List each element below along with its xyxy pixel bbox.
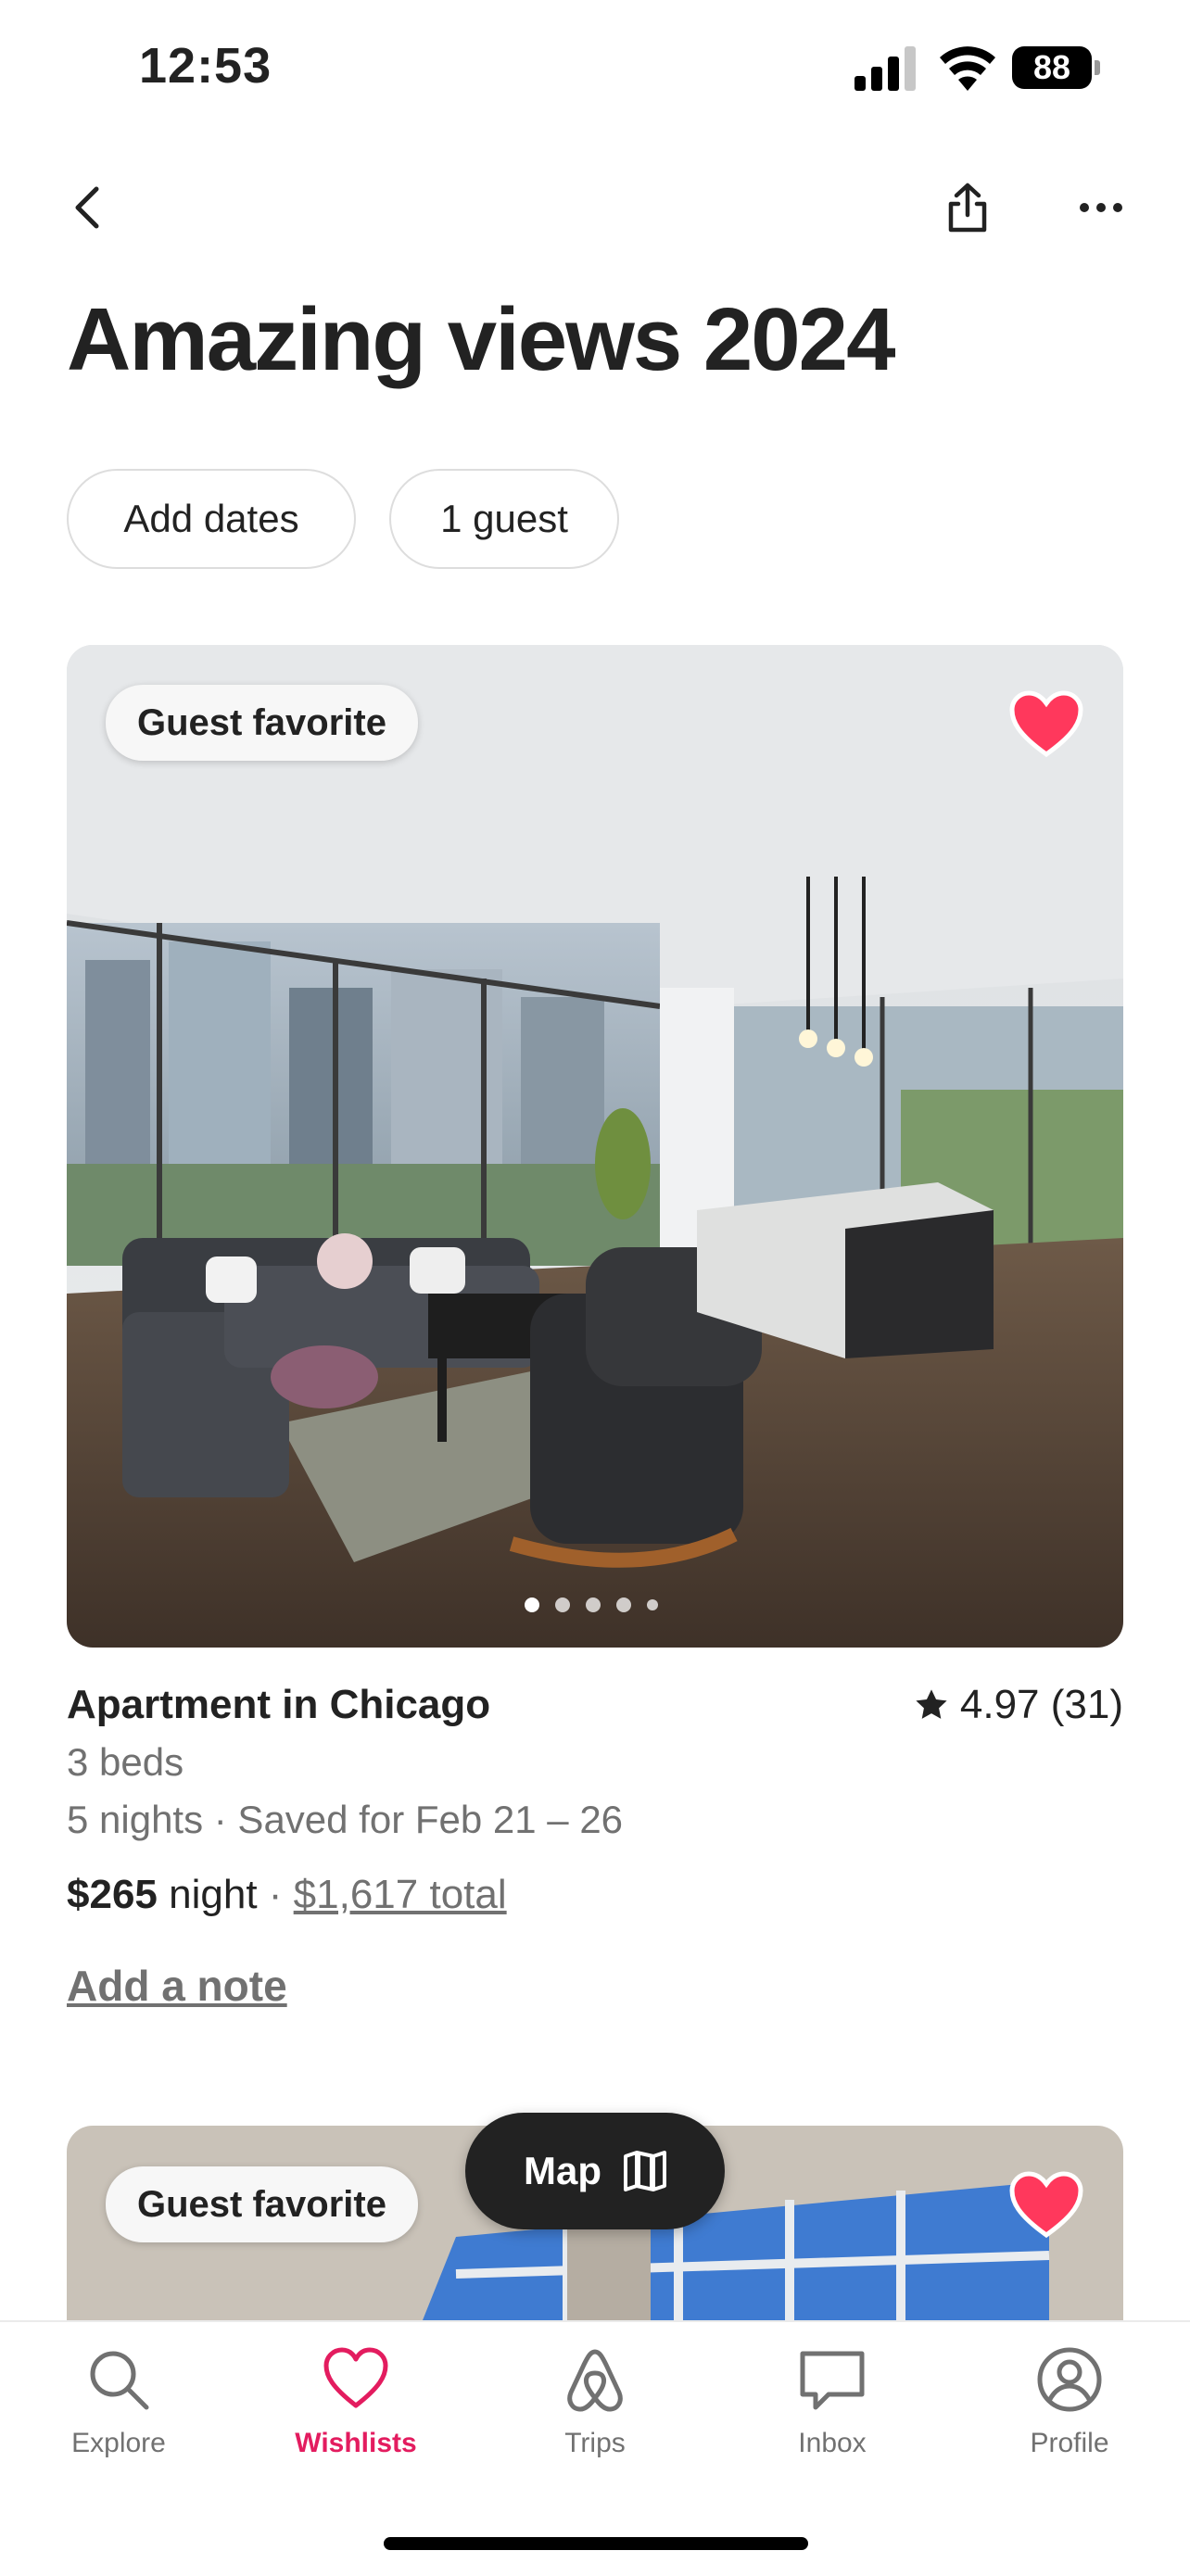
pagination-dot (647, 1599, 658, 1610)
listing-stay-dates: 5 nights · Saved for Feb 21 – 26 (67, 1798, 624, 1841)
price-separator: · (268, 1872, 283, 1917)
tab-label: Trips (564, 2428, 626, 2458)
airbnb-logo-icon (567, 2349, 623, 2412)
page-title: Amazing views 2024 (67, 290, 895, 389)
total-price-link[interactable]: $1,617 total (294, 1872, 507, 1917)
tab-label: Profile (1030, 2428, 1109, 2458)
photo-pagination-dots (525, 1597, 658, 1612)
guest-favorite-badge: Guest favorite (106, 685, 418, 761)
map-icon (624, 2151, 666, 2191)
pagination-dot (586, 1597, 601, 1612)
pagination-dot (555, 1597, 570, 1612)
tab-label: Explore (71, 2428, 166, 2458)
cellular-signal-icon (855, 46, 916, 91)
chevron-left-icon (75, 186, 99, 229)
rating-value: 4.97 (31) (959, 1682, 1123, 1727)
battery-indicator: 88 (1012, 46, 1105, 91)
listing-title[interactable]: Apartment in Chicago (67, 1682, 490, 1728)
listing-price: $265 night · $1,617 total (67, 1872, 507, 1918)
tab-explore[interactable]: Explore (26, 2344, 211, 2459)
message-icon (800, 2351, 865, 2410)
listing-photo[interactable] (67, 645, 1123, 1648)
map-button-label: Map (524, 2149, 601, 2192)
tab-inbox[interactable]: Inbox (740, 2344, 925, 2459)
more-options-button[interactable] (1064, 170, 1138, 245)
tab-label: Inbox (798, 2428, 867, 2458)
share-button[interactable] (930, 170, 1005, 245)
tab-label: Wishlists (295, 2428, 417, 2458)
heart-icon (323, 2347, 388, 2408)
back-button[interactable] (50, 170, 124, 245)
pagination-dot (525, 1597, 539, 1612)
wishlist-heart-button[interactable] (1008, 2170, 1084, 2241)
search-icon (90, 2351, 149, 2410)
guests-button[interactable]: 1 guest (389, 469, 619, 569)
apartment-photo (67, 645, 1123, 1648)
listing-rating: 4.97 (31) (914, 1682, 1123, 1728)
tab-wishlists[interactable]: Wishlists (263, 2344, 449, 2459)
wifi-icon (940, 46, 995, 91)
tab-profile[interactable]: Profile (977, 2344, 1162, 2459)
tab-trips[interactable]: Trips (502, 2344, 688, 2459)
status-time: 12:53 (139, 38, 272, 94)
guest-favorite-badge: Guest favorite (106, 2166, 418, 2242)
more-icon (1080, 203, 1122, 212)
pagination-dot (616, 1597, 631, 1612)
profile-icon (1037, 2347, 1102, 2412)
price-unit: night (169, 1872, 258, 1917)
star-icon (916, 1689, 947, 1719)
listing-beds: 3 beds (67, 1740, 184, 1784)
add-note-link[interactable]: Add a note (67, 1961, 287, 2011)
add-dates-button[interactable]: Add dates (67, 469, 356, 569)
wishlist-heart-button[interactable] (1008, 689, 1084, 760)
battery-level: 88 (1012, 46, 1092, 89)
map-button[interactable]: Map (465, 2113, 725, 2229)
nightly-price: $265 (67, 1872, 158, 1917)
share-icon (948, 183, 987, 233)
home-indicator (384, 2537, 808, 2550)
